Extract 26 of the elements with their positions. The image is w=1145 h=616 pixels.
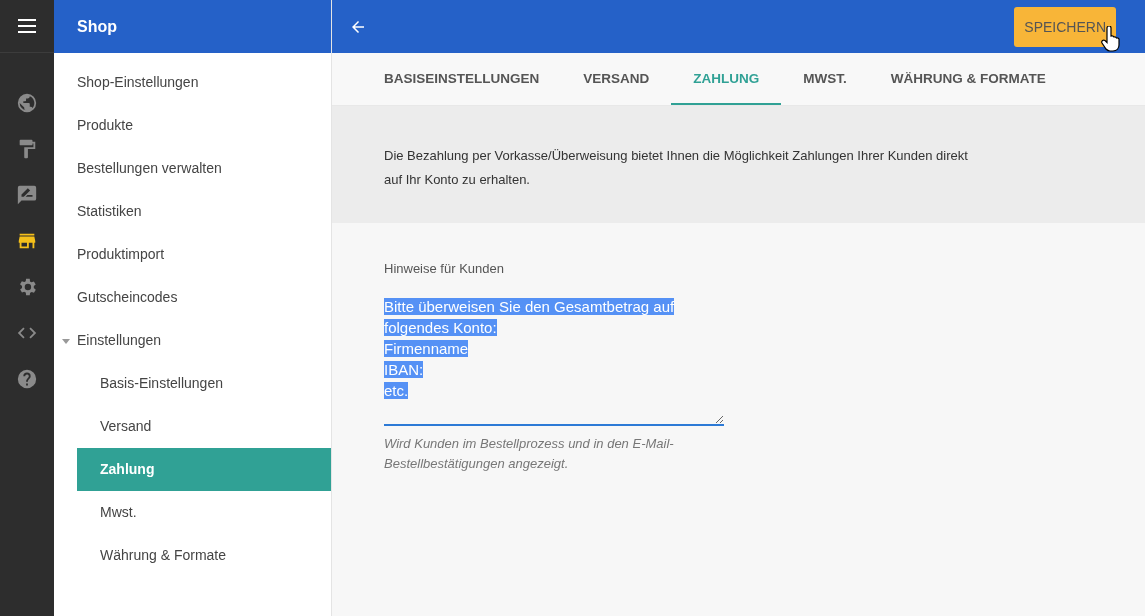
menu-icon[interactable] xyxy=(18,19,36,33)
sidebar-item[interactable]: Bestellungen verwalten xyxy=(54,147,331,190)
globe-icon[interactable] xyxy=(16,92,38,114)
resize-grip-icon[interactable] xyxy=(715,415,723,423)
sidebar-item[interactable]: Statistiken xyxy=(54,190,331,233)
field-help-text: Wird Kunden im Bestellprozess und in den E-Mail-Bestellbestätigungen angezeigt. xyxy=(384,435,675,473)
sidebar-title: Shop xyxy=(77,17,117,36)
sidebar-item[interactable]: Einstellungen xyxy=(54,319,331,362)
field-label: Hinweise für Kunden xyxy=(384,261,505,276)
info-text: Die Bezahlung per Vorkasse/Überweisung bietet Ihnen die Möglichkeit Zahlungen Ihrer Kunden direkt auf Ihr Konto zu erhalten. xyxy=(384,147,969,189)
tab[interactable]: WÄHRUNG & FORMATE xyxy=(868,53,1068,105)
chat-edit-icon[interactable] xyxy=(16,184,38,206)
save-button[interactable]: SPEICHERN xyxy=(1014,6,1116,47)
sidebar-subitem[interactable]: Basis-Einstellungen xyxy=(77,362,331,405)
tab[interactable]: MWST. xyxy=(781,53,869,105)
sidebar-item[interactable]: Produktimport xyxy=(54,233,331,276)
caret-icon[interactable] xyxy=(62,339,70,344)
help-icon[interactable] xyxy=(16,368,38,390)
tab[interactable]: BASISEINSTELLUNGEN xyxy=(362,53,562,105)
sidebar-item[interactable]: Gutscheincodes xyxy=(54,276,331,319)
sidebar-item[interactable]: Shop-Einstellungen xyxy=(54,61,331,104)
sidebar-subitem[interactable]: Versand xyxy=(77,405,331,448)
sidebar-subitem[interactable]: Mwst. xyxy=(77,491,331,534)
sidebar-subitem[interactable]: Währung & Formate xyxy=(77,534,331,577)
tab[interactable]: VERSAND xyxy=(561,53,672,105)
sidebar-item[interactable]: Produkte xyxy=(54,104,331,147)
